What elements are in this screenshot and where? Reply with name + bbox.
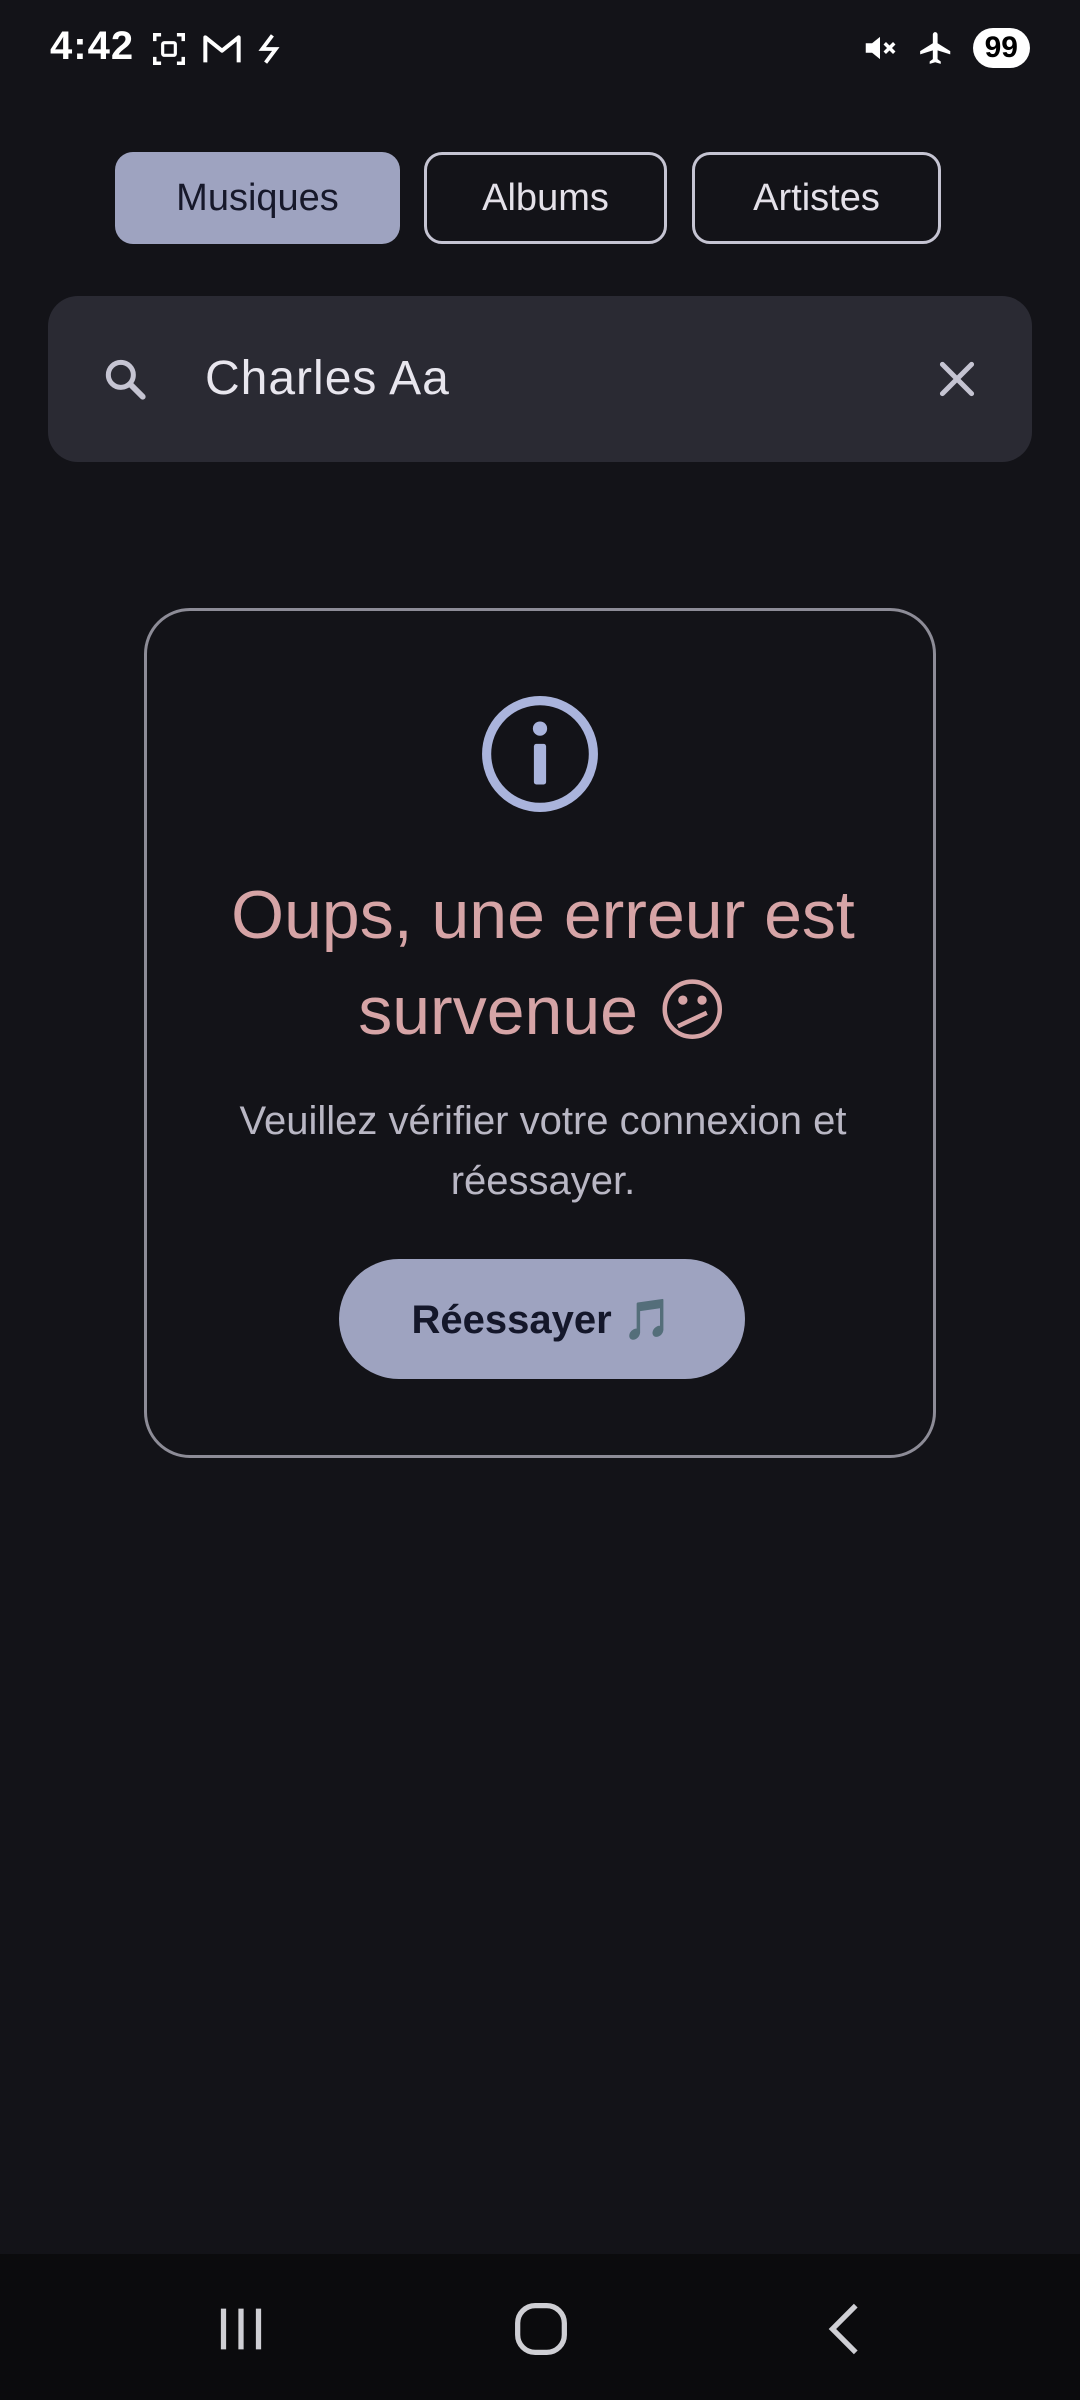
error-title: Oups, une erreur est survenue 😕 (231, 877, 855, 1049)
mute-icon (865, 36, 896, 60)
navigation-bar (0, 2254, 1080, 2400)
category-tabs: Musiques Albums Artistes (0, 152, 1080, 248)
sync-icon (258, 34, 280, 64)
search-icon (105, 359, 146, 400)
screenshot-icon (153, 33, 185, 65)
tab-musiques[interactable]: Musiques (115, 152, 400, 244)
status-right-icons: 99 (861, 28, 1030, 68)
status-time: 4:42 (50, 24, 135, 68)
home-icon[interactable] (506, 2294, 576, 2364)
status-left-icons (150, 30, 282, 68)
gmail-icon (203, 35, 241, 63)
tab-albums[interactable]: Albums (424, 152, 667, 244)
search-bar[interactable] (48, 296, 1032, 462)
app-screen: 4:42 99 Musiques Albums Artistes Charles… (0, 0, 1080, 2400)
close-icon[interactable] (932, 354, 982, 404)
search-input[interactable] (203, 342, 927, 414)
airplane-icon (919, 32, 950, 64)
retry-button[interactable]: Réessayer 🎵 (339, 1259, 745, 1379)
tab-artistes[interactable]: Artistes (692, 152, 941, 244)
battery-indicator: 99 (972, 28, 1030, 68)
recent-apps-icon[interactable] (206, 2294, 276, 2364)
error-card: Oups, une erreur est survenue 😕 Veuillez… (144, 608, 936, 1458)
error-message: Veuillez vérifier votre connexion et rée… (239, 1099, 847, 1203)
info-icon (482, 696, 598, 812)
status-bar: 4:42 99 (0, 0, 1080, 100)
back-icon[interactable] (812, 2294, 882, 2364)
